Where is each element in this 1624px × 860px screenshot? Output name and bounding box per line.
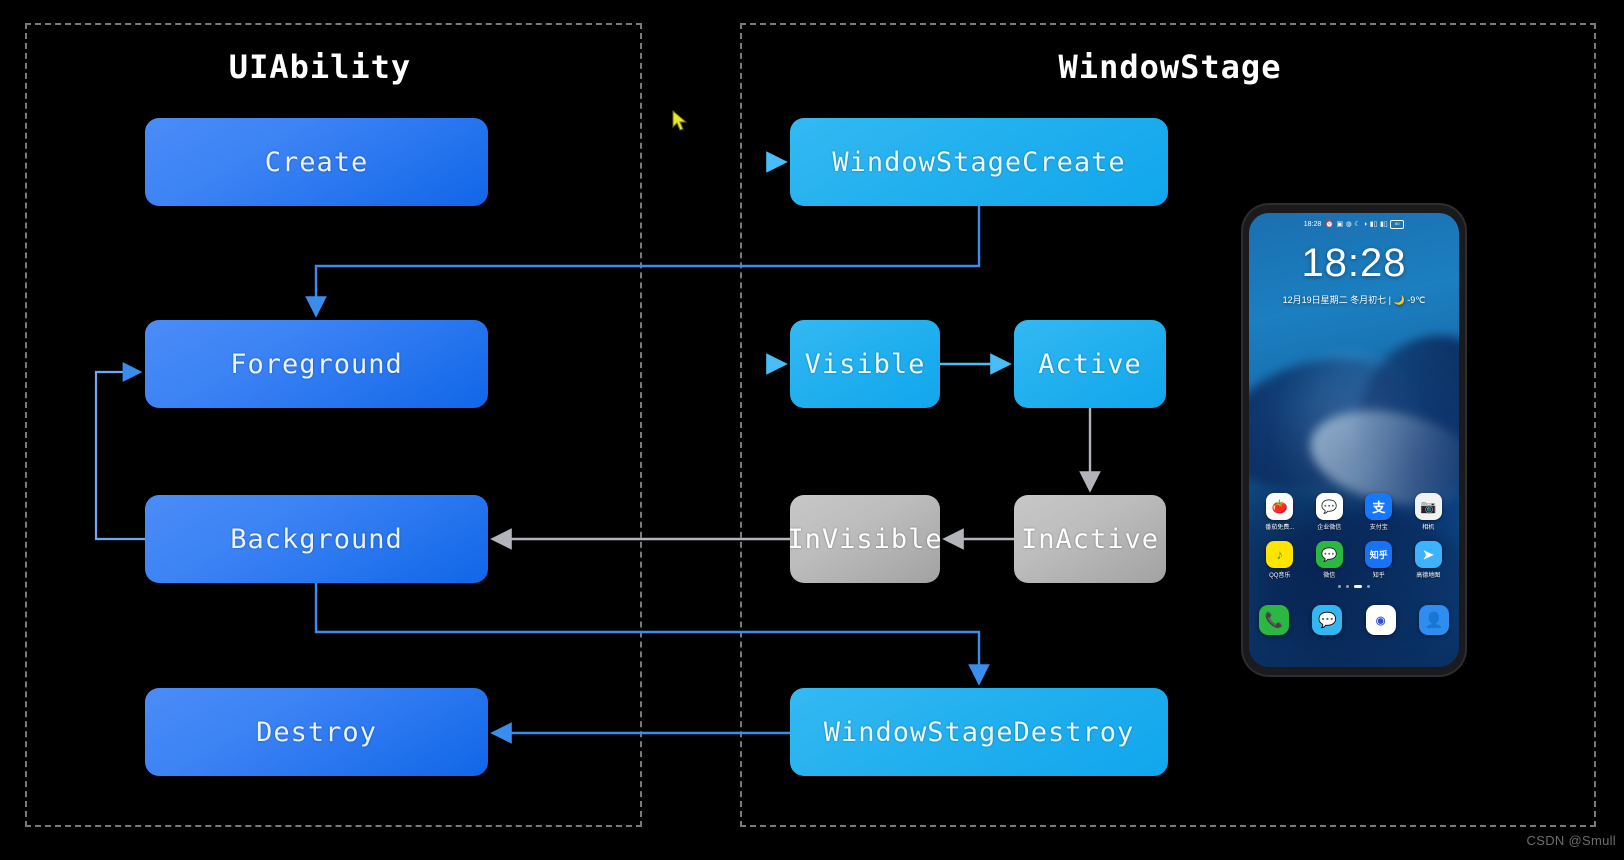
state-create-label: Create — [264, 146, 369, 178]
wifi-dot-icon: ◍ — [1345, 221, 1352, 228]
app-label: 知乎 — [1372, 573, 1385, 579]
phone-dock: 📞 💬 ◉ 👤 — [1259, 605, 1449, 635]
state-foreground-label: Foreground — [230, 348, 403, 380]
state-windowstagedestroy[interactable]: WindowStageDestroy — [790, 688, 1168, 776]
page-dot[interactable] — [1346, 585, 1349, 588]
state-foreground[interactable]: Foreground — [145, 320, 488, 408]
app-label: 相机 — [1422, 525, 1435, 531]
app-label: 番茄免费... — [1265, 525, 1295, 531]
page-dot[interactable] — [1367, 585, 1370, 588]
phone-status-bar: 18:28 ⏰ ▣ ◍ ☾ ◑ ▮▯ ▮▯ 60 — [1249, 217, 1459, 231]
csdn-watermark: CSDN @Smull — [1526, 833, 1616, 848]
state-windowstagecreate[interactable]: WindowStageCreate — [790, 118, 1168, 206]
uiability-column-title: UIAbility — [228, 48, 412, 86]
qqmusic-icon[interactable]: ♪ — [1266, 541, 1294, 568]
alarm-icon: ⏰ — [1325, 221, 1335, 228]
app-label: QQ音乐 — [1269, 573, 1291, 579]
app-tile[interactable]: 💬 微信 — [1305, 541, 1355, 579]
state-active-label: Active — [1038, 348, 1142, 380]
status-icon-group: ⏰ ▣ ◍ ☾ ◑ ▮▯ ▮▯ 60 — [1325, 219, 1405, 229]
contacts-icon[interactable]: 👤 — [1418, 605, 1449, 635]
state-invisible[interactable]: InVisible — [787, 495, 943, 583]
phone-screen: 18:28 ⏰ ▣ ◍ ☾ ◑ ▮▯ ▮▯ 60 18:28 12月19日星期二… — [1249, 213, 1459, 667]
home-page-indicator[interactable] — [1249, 585, 1459, 588]
camera-icon[interactable]: 📷 — [1414, 493, 1442, 520]
state-windowstagecreate-label: WindowStageCreate — [832, 146, 1126, 178]
diagram-canvas: UIAbility WindowStage Create Foreground … — [0, 0, 1624, 860]
signal-icon: ▮▯ — [1369, 221, 1378, 228]
phone-icon[interactable]: 📞 — [1259, 605, 1289, 635]
app-label: 支付宝 — [1369, 525, 1388, 531]
state-windowstagedestroy-label: WindowStageDestroy — [823, 716, 1135, 748]
app-tile[interactable]: ♪ QQ音乐 — [1255, 541, 1305, 579]
state-inactive-label: InActive — [1020, 523, 1160, 555]
signal-icon: ▮▯ — [1380, 221, 1388, 228]
state-create[interactable]: Create — [145, 118, 488, 206]
app-tile[interactable]: 支支付宝 — [1354, 493, 1404, 531]
state-invisible-label: InVisible — [787, 523, 943, 555]
message-icon[interactable]: 💬 — [1312, 605, 1343, 635]
app-tile[interactable]: 🍅 番茄免费... — [1255, 493, 1305, 531]
page-dot[interactable] — [1338, 585, 1341, 588]
state-background-label: Background — [230, 523, 403, 555]
state-destroy[interactable]: Destroy — [145, 688, 488, 776]
app-tile[interactable]: 📷 相机 — [1404, 493, 1454, 531]
app-tile[interactable]: ➤ 高德地图 — [1404, 541, 1454, 579]
app-tile[interactable]: 💬 企业微信 — [1305, 493, 1355, 531]
app-tile[interactable]: 知乎 知乎 — [1354, 541, 1404, 579]
mouse-cursor-icon — [672, 110, 688, 131]
state-destroy-label: Destroy — [256, 716, 377, 748]
state-visible[interactable]: Visible — [790, 320, 940, 408]
phone-mockup: 18:28 ⏰ ▣ ◍ ☾ ◑ ▮▯ ▮▯ 60 18:28 12月19日星期二… — [1243, 205, 1465, 675]
page-dot[interactable] — [1354, 585, 1362, 588]
lockscreen-clock: 18:28 — [1301, 241, 1407, 285]
zhihu-icon[interactable]: 知乎 — [1365, 541, 1393, 568]
browser-icon[interactable]: ◉ — [1365, 605, 1396, 635]
moon-icon: ☾ — [1354, 221, 1361, 228]
lockscreen-date-weather: 12月19日星期二 冬月初七 | 🌙 -9℃ — [1282, 295, 1426, 305]
status-time: 18:28 — [1303, 220, 1322, 228]
wecom-icon[interactable]: 💬 — [1315, 493, 1343, 520]
app-label: 高德地图 — [1416, 573, 1441, 579]
app-label: 企业微信 — [1317, 525, 1342, 531]
state-background[interactable]: Background — [145, 495, 488, 583]
amap-icon[interactable]: ➤ — [1414, 541, 1442, 568]
state-inactive[interactable]: InActive — [1014, 495, 1166, 583]
alipay-icon[interactable]: 支 — [1365, 493, 1393, 520]
tomato-icon[interactable]: 🍅 — [1266, 493, 1294, 520]
windowstage-column-title: WindowStage — [1058, 48, 1282, 86]
battery-icon: 60 — [1390, 219, 1405, 229]
state-active[interactable]: Active — [1014, 320, 1166, 408]
state-visible-label: Visible — [804, 348, 926, 380]
wechat-icon[interactable]: 💬 — [1315, 541, 1343, 568]
screenshot-icon: ▣ — [1336, 221, 1344, 228]
clock-icon: ◑ — [1363, 220, 1368, 228]
app-label: 微信 — [1323, 573, 1336, 579]
phone-app-grid: 🍅 番茄免费... 💬 企业微信支支付宝 📷 相机 ♪ QQ音乐 💬 微信 知乎 知乎 ➤ 高德地图 — [1255, 493, 1453, 579]
